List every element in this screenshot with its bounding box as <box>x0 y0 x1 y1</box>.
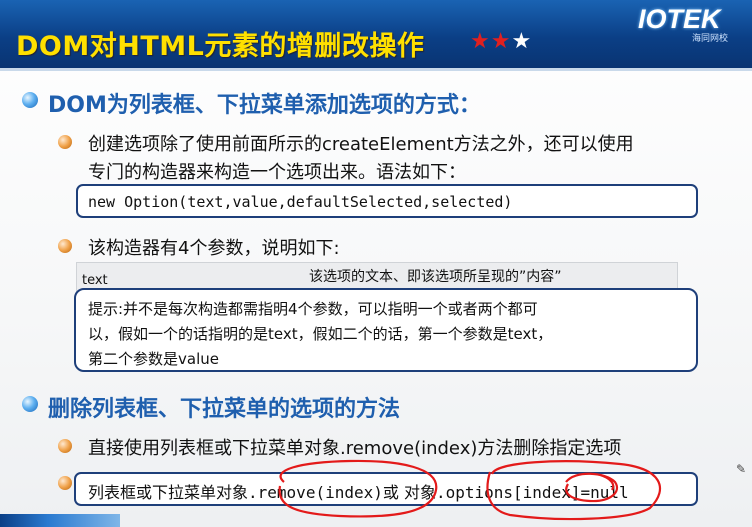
point-bullet-icon <box>58 239 72 253</box>
options-method: .options[index]=null <box>435 483 629 502</box>
hint-box: 提示:并不是每次构造都需指明4个参数，可以指明一个或者两个都可 以，假如一个的话… <box>74 288 698 372</box>
hint-line: 提示:并不是每次构造都需指明4个参数，可以指明一个或者两个都可 <box>88 300 538 318</box>
difficulty-stars: ★★★ <box>470 29 532 54</box>
removal-methods-box: 列表框或下拉菜单对象.remove(index)或 对象.options[ind… <box>74 472 698 506</box>
star-filled-icon: ★ <box>490 29 512 54</box>
section-bullet-icon <box>22 396 38 412</box>
pointer-mark: ✎ <box>736 462 747 476</box>
section-bullet-icon <box>22 92 38 108</box>
section1-point2: 该构造器有4个参数，说明如下: <box>88 238 340 259</box>
footer-decoration <box>0 514 120 527</box>
section1-point1-line2: 专门的构造器来构造一个选项出来。语法如下： <box>88 162 466 183</box>
hint-line: 以，假如一个的话指明的是text，假如二个的话，第一个参数是text， <box>88 325 553 343</box>
title-bar: DOM对HTML元素的增删改操作 ★★★ IOTEK 海同网校 <box>0 0 752 71</box>
brand-logo: IOTEK 海同网校 <box>632 2 744 44</box>
section2-point1: 直接使用列表框或下拉菜单对象.remove(index)方法删除指定选项 <box>88 438 622 459</box>
remove-method: .remove(index) <box>248 483 383 502</box>
point-bullet-icon <box>58 476 72 490</box>
slide-title: DOM对HTML元素的增删改操作 <box>16 31 425 62</box>
syntax-code-box: new Option(text,value,defaultSelected,se… <box>76 184 698 218</box>
logo-subtitle: 海同网校 <box>692 34 729 44</box>
star-empty-icon: ★ <box>511 29 533 54</box>
section1-point1-line1: 创建选项除了使用前面所示的createElement方法之外，还可以使用 <box>88 134 634 155</box>
box-or: 或 对象 <box>382 483 436 502</box>
syntax-code: new Option(text,value,defaultSelected,se… <box>88 193 513 211</box>
box-prefix: 列表框或下拉菜单对象 <box>88 483 249 502</box>
star-filled-icon: ★ <box>470 29 491 54</box>
parameter-description: 该选项的文本、即该选项所呈现的”内容” <box>309 269 562 285</box>
parameter-name: text <box>82 273 108 288</box>
point-bullet-icon <box>58 439 72 453</box>
section2-heading: 删除列表框、下拉菜单的选项的方法 <box>48 397 401 422</box>
hint-line: 第二个参数是value <box>88 350 219 368</box>
point-bullet-icon <box>58 135 72 149</box>
section1-heading: DOM为列表框、下拉菜单添加选项的方式： <box>48 93 481 118</box>
